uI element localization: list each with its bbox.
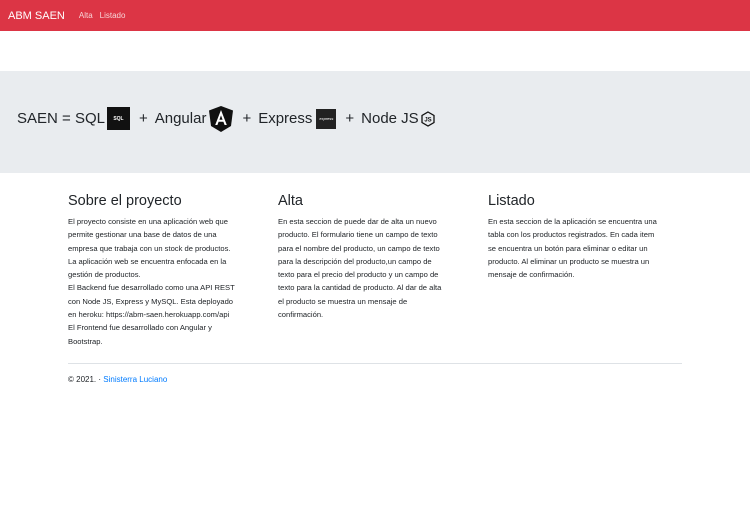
hero-plus: + [138, 110, 148, 127]
hero-node: Node JS [361, 110, 419, 127]
text-line: confirmación. [278, 310, 324, 320]
footer-divider [68, 363, 682, 364]
text-line: tabla con los productos registrados. En … [488, 230, 655, 240]
text-line: producto. El formulario tiene un campo d… [278, 230, 438, 240]
hero-heading: SAEN = SQL SQL + Angular + Express expre… [17, 105, 436, 132]
text-line: gestión de productos. [68, 270, 141, 280]
nodejs-icon: JS [421, 110, 435, 127]
text-line: El Frontend fue desarrollado con Angular… [68, 323, 212, 333]
navbar: ABM SAEN Alta Listado [0, 0, 750, 31]
hero-plus-2: + [242, 110, 252, 127]
section-text: El proyecto consiste en una aplicación w… [68, 215, 258, 348]
hero-plus-3: + [345, 110, 355, 127]
text-line: En esta seccion de puede dar de alta un … [278, 217, 437, 226]
section-title: Alta [278, 193, 303, 209]
section-text: En esta seccion de la aplicación se encu… [488, 215, 678, 281]
section-listado: Listado En esta seccion de la aplicación… [488, 192, 678, 281]
section-title: Sobre el proyecto [68, 193, 182, 209]
author-link[interactable]: Sinisterra Luciano [103, 375, 167, 384]
text-line: La aplicación web se encuentra enfocada … [68, 256, 227, 266]
angular-icon [209, 105, 234, 132]
text-line: con Node JS, Express y MySQL. Esta deplo… [68, 296, 234, 306]
text-line: empresa que trabaja con un stock de prod… [68, 243, 231, 253]
section-title: Listado [488, 193, 535, 209]
text-line: se encuentra un botón para eliminar o ed… [488, 243, 648, 253]
text-line: El proyecto consiste en una aplicación w… [68, 217, 228, 226]
section-text: En esta seccion de puede dar de alta un … [278, 215, 468, 321]
sql-icon: SQL [106, 107, 130, 130]
text-line: texto para la cantidad de producto. Al d… [278, 283, 442, 293]
hero-express: Express [258, 110, 313, 127]
hero-angular: Angular [154, 110, 207, 127]
text-line: producto. Al eliminar un producto se mue… [488, 256, 650, 266]
text-line: En esta seccion de la aplicación se encu… [488, 217, 657, 226]
text-line: en heroku: https://abm-saen.herokuapp.co… [68, 310, 230, 320]
text-line: el producto se muestra un mensaje de [278, 296, 408, 306]
copyright-text: © 2021. · [68, 375, 104, 384]
footer: © 2021. · Sinisterra Luciano [68, 375, 167, 384]
text-line: para la descripción del producto,un camp… [278, 256, 432, 266]
nav-link-alta[interactable]: Alta [79, 11, 93, 20]
text-line: permite gestionar una base de datos de u… [68, 230, 217, 240]
svg-text:JS: JS [424, 117, 431, 123]
section-sobre-el-proyecto: Sobre el proyecto El proyecto consiste e… [68, 192, 258, 348]
section-alta: Alta En esta seccion de puede dar de alt… [278, 192, 468, 321]
express-icon: express [316, 108, 337, 129]
nav-link-listado[interactable]: Listado [100, 11, 126, 20]
text-line: Bootstrap. [68, 336, 103, 346]
text-line: mensaje de confirmación. [488, 270, 575, 280]
navbar-brand[interactable]: ABM SAEN [8, 10, 65, 22]
text-line: para el nombre del producto, un campo de… [278, 243, 440, 253]
text-line: El Backend fue desarrollado como una API… [68, 283, 235, 293]
hero-prefix: SAEN = SQL [17, 110, 105, 127]
text-line: texto para el precio del producto y un c… [278, 270, 439, 280]
